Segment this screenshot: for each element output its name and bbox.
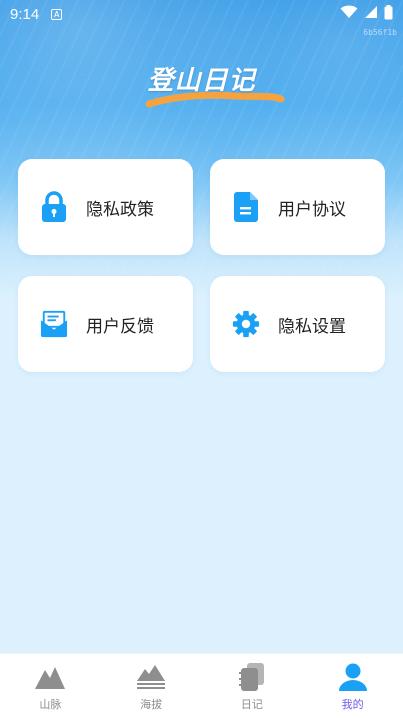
- wifi-icon: [340, 5, 358, 23]
- privacy-policy-label: 隐私政策: [86, 199, 154, 220]
- privacy-settings-label: 隐私设置: [278, 316, 346, 337]
- bottom-tab-bar: 山脉 海拔 日记 我的: [0, 653, 403, 718]
- altitude-icon: [134, 662, 168, 692]
- privacy-policy-card[interactable]: 隐私政策: [18, 159, 193, 255]
- build-id: 6b56f1b: [363, 28, 397, 37]
- user-feedback-card[interactable]: 用户反馈: [18, 276, 193, 372]
- user-agreement-label: 用户协议: [278, 199, 346, 220]
- privacy-settings-card[interactable]: 隐私设置: [210, 276, 385, 372]
- app-title-block: 登山日记: [0, 60, 403, 120]
- user-agreement-card[interactable]: 用户协议: [210, 159, 385, 255]
- tab-diary-label: 日记: [240, 698, 263, 711]
- tab-mountains-label: 山脉: [39, 698, 62, 711]
- tab-mine-label: 我的: [341, 698, 364, 711]
- tab-altitude-label: 海拔: [140, 698, 163, 711]
- notification-icon: A: [51, 8, 63, 20]
- mail-icon: [40, 308, 68, 340]
- header-background: [0, 0, 403, 300]
- signal-icon: [364, 5, 378, 23]
- status-time: 9:14: [10, 5, 40, 23]
- lock-icon: [40, 191, 68, 223]
- tab-mountains[interactable]: 山脉: [0, 654, 101, 718]
- document-icon: [232, 191, 260, 223]
- tab-altitude[interactable]: 海拔: [101, 654, 202, 718]
- tab-mine[interactable]: 我的: [302, 654, 403, 718]
- gear-icon: [232, 308, 260, 340]
- tab-diary[interactable]: 日记: [202, 654, 303, 718]
- mountain-icon: [33, 662, 67, 692]
- app-title: 登山日记: [147, 66, 256, 96]
- battery-icon: [384, 4, 393, 24]
- notebook-icon: [235, 662, 269, 692]
- user-feedback-label: 用户反馈: [86, 316, 154, 337]
- user-icon: [336, 662, 370, 692]
- status-bar: 9:14 A: [0, 0, 403, 28]
